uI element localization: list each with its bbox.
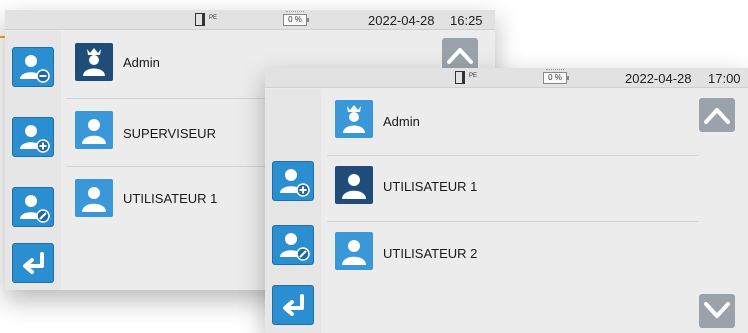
user-row-admin[interactable]: Admin [327,88,699,156]
scroll-up-button[interactable] [442,38,478,72]
chevron-up-icon [704,108,730,124]
admin-avatar [335,100,373,138]
user-avatar [75,179,113,217]
sidebar [5,31,61,290]
user-edit-icon [280,233,310,261]
user-avatar [335,166,373,204]
user-avatar [75,111,113,149]
user-name: Admin [123,55,160,70]
user-add-icon [280,169,310,197]
remove-user-button[interactable] [12,47,54,87]
chevron-up-icon [447,48,473,64]
sidebar [265,89,321,333]
admin-crown-user-icon [343,105,365,133]
user-icon [342,240,366,265]
door-label: PE [209,15,218,21]
status-bar: PE 0 % 2022-04-28 16:25 [5,10,495,30]
user-edit-icon [20,195,50,223]
admin-crown-user-icon [83,48,105,76]
user-remove-icon [20,55,50,83]
user-avatar [335,232,373,270]
status-time: 17:00 [708,71,741,86]
user-icon [342,174,366,199]
status-date: 2022-04-28 [625,71,692,86]
user-row-utilisateur-2[interactable]: UTILISATEUR 2 [327,220,699,288]
user-name: Admin [383,114,420,129]
status-bar: PE 0 % 2022-04-28 17:00 [265,68,748,88]
back-button[interactable] [272,285,314,325]
user-row-utilisateur-1[interactable]: UTILISATEUR 1 [327,154,699,222]
back-button[interactable] [12,243,54,283]
back-arrow-icon [283,294,304,316]
user-name: UTILISATEUR 2 [383,246,478,261]
scroll-down-button[interactable] [699,294,735,328]
add-user-button[interactable] [272,161,314,201]
user-name: SUPERVISEUR [123,126,216,141]
admin-avatar [75,43,113,81]
status-date: 2022-04-28 [368,13,435,28]
user-name: UTILISATEUR 1 [123,191,218,206]
door-icon [195,13,205,26]
user-add-icon [20,125,50,153]
door-icon [455,71,465,84]
battery-icon: 0 % [543,69,569,84]
edit-user-button[interactable] [272,225,314,265]
user-icon [82,119,106,144]
scroll-up-button[interactable] [699,98,735,132]
front-screen: PE 0 % 2022-04-28 17:00 Admin UTILISATEU… [265,68,748,333]
edit-user-button[interactable] [12,187,54,227]
user-name: UTILISATEUR 1 [383,179,478,194]
status-time: 16:25 [450,13,483,28]
door-label: PE [469,73,478,79]
user-icon [82,187,106,212]
chevron-down-icon [704,302,730,318]
add-user-button[interactable] [12,117,54,157]
back-arrow-icon [23,252,44,274]
battery-icon: 0 % [283,11,309,26]
